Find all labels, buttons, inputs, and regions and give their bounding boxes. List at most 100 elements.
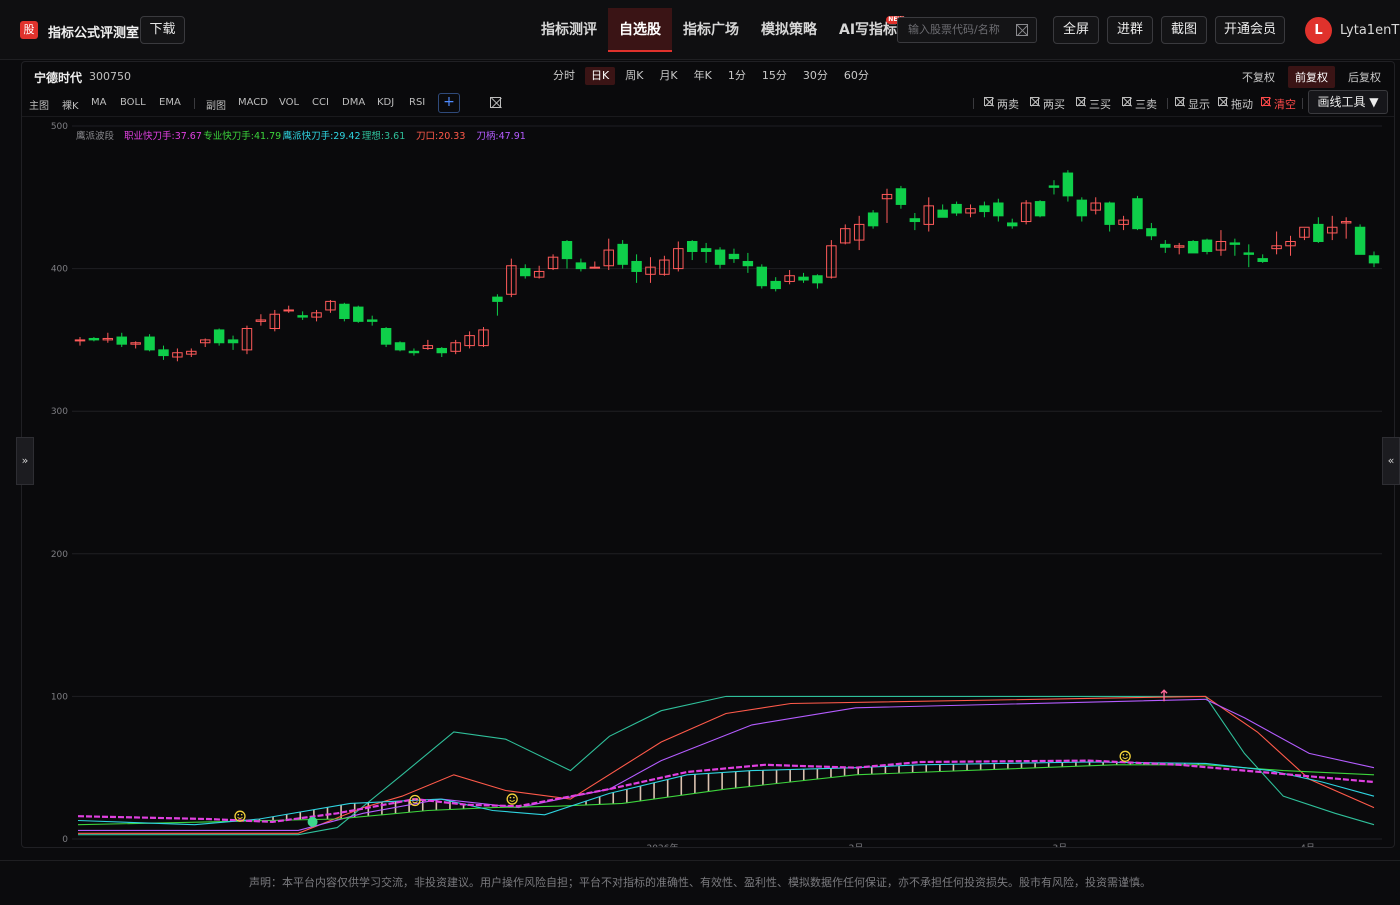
period-tab-6[interactable]: 15分 [756,67,793,85]
main-nav: 指标测评 自选股 指标广场 模拟策略 AI写指标NEW [530,8,908,52]
x-tick-label: 3月 [1052,843,1067,848]
draw-tools-button[interactable]: 画线工具 ▼ [1308,90,1388,114]
kline-chart[interactable]: 500 400 300 200 100 0 2026年 2月 3月 4月 鹰派波段职业快刀手:37.… [22,118,1394,848]
candle-body [1368,255,1380,264]
candle-body [770,280,781,290]
period-tab-1[interactable]: 日K [585,67,616,85]
smile-eye [237,813,240,816]
adjust-tabs: 不复权 前复权 后复权 [1235,66,1388,88]
option-clear[interactable]: 清空 [1261,96,1296,112]
clear-icon[interactable] [1016,24,1028,36]
indicator-ma[interactable]: MA [91,97,106,108]
osc-line-quick [77,761,1375,826]
adjust-tab-0[interactable]: 不复权 [1235,66,1282,88]
option-two-buy[interactable]: 两买 [1030,96,1065,112]
download-button[interactable]: 下载 [140,16,185,44]
candle-body [1187,241,1199,254]
fullscreen-button[interactable]: 全屏 [1053,16,1099,44]
indicator-naked-k[interactable]: 裸K [62,97,79,112]
vip-button[interactable]: 开通会员 [1215,16,1285,44]
period-tab-5[interactable]: 1分 [722,67,752,85]
indicator-rsi[interactable]: RSI [409,97,425,108]
candle-body [561,241,573,260]
option-label: 两买 [1043,98,1065,111]
nav-item-watchlist[interactable]: 自选股 [608,8,672,52]
nav-item-sim-strategy[interactable]: 模拟策略 [750,8,828,52]
divider [194,98,195,109]
candle-body [798,276,809,281]
period-tab-8[interactable]: 60分 [838,67,875,85]
expand-left-tab[interactable]: » [16,437,34,485]
smile-eye [412,798,415,800]
divider [1167,98,1168,109]
add-indicator-button[interactable]: + [438,93,460,113]
stock-search-input[interactable]: 输入股票代码/名称 [897,17,1037,43]
option-three-sell[interactable]: 三卖 [1122,96,1157,112]
candle-body [714,249,726,265]
candle-body [436,347,447,354]
smile-mouth [1122,756,1129,760]
legend-title: 鹰派波段 [76,130,115,142]
adjust-tab-1[interactable]: 前复权 [1288,66,1335,88]
candle-body [617,243,628,265]
checkbox-icon [984,97,993,106]
option-show[interactable]: 显示 [1175,96,1210,112]
username[interactable]: Lyta1enT [1340,23,1399,38]
nav-item-indicator-review[interactable]: 指标测评 [530,8,608,52]
close-icon[interactable] [490,97,501,108]
option-label: 三买 [1089,98,1111,111]
period-tab-3[interactable]: 月K [653,67,683,85]
candle-body [1007,222,1018,227]
period-tab-7[interactable]: 30分 [797,67,834,85]
candle-body [700,248,712,252]
smile-eye [1126,753,1128,756]
option-drag[interactable]: 拖动 [1218,96,1253,112]
candle-body [951,203,962,214]
candle-body [116,336,127,345]
smile-eye [509,796,512,799]
candle-body [1034,201,1046,217]
indicator-ema[interactable]: EMA [159,97,181,108]
candle-body [1146,228,1157,237]
period-tabs: 分时 日K 周K 月K 年K 1分 15分 30分 60分 [547,67,875,85]
signal-dot [307,816,318,827]
smile-eye [240,813,243,816]
legend-item: 刀口:20.33 [416,131,465,142]
indicator-dma[interactable]: DMA [342,97,365,108]
candle-body [158,349,169,357]
period-tab-2[interactable]: 周K [619,67,649,85]
period-tab-4[interactable]: 年K [688,67,718,85]
candle-body [575,262,587,270]
indicator-kdj[interactable]: KDJ [377,97,394,108]
candle-body [227,339,239,344]
adjust-tab-2[interactable]: 后复权 [1341,66,1388,88]
disclaimer-footer: 声明：本平台内容仅供学习交流，非投资建议。用户操作风险自担；平台不对指标的准确性… [0,860,1400,900]
indicator-vol[interactable]: VOL [279,97,299,108]
screenshot-button[interactable]: 截图 [1161,16,1207,44]
top-bar: 股 指标公式评测室 下载 指标测评 自选股 指标广场 模拟策略 AI写指标NEW… [0,0,1400,60]
option-label: 显示 [1188,98,1210,111]
nav-label: 指标测评 [541,22,597,38]
join-group-button[interactable]: 进群 [1107,16,1153,44]
indicator-cci[interactable]: CCI [312,97,329,108]
candle-body [366,319,378,322]
y-tick-label: 400 [51,265,68,275]
indicator-boll[interactable]: BOLL [120,97,146,108]
smile-icon [506,793,518,805]
stock-code: 300750 [89,70,131,83]
candle-body [492,296,503,302]
nav-item-indicator-square[interactable]: 指标广场 [672,8,750,52]
indicator-macd[interactable]: MACD [238,97,268,108]
option-three-buy[interactable]: 三买 [1076,96,1111,112]
expand-right-tab[interactable]: « [1382,437,1400,485]
legend-item: 鹰派快刀手:29.42 [283,130,361,142]
candle-body [1048,185,1060,188]
avatar[interactable]: L [1305,17,1332,44]
option-two-sell[interactable]: 两卖 [984,96,1019,112]
candle-body [1257,258,1268,262]
period-tab-0[interactable]: 分时 [547,67,581,85]
candle-body [1229,242,1241,245]
option-label: 清空 [1274,98,1296,111]
checkbox-icon [1030,97,1039,106]
candle-body [686,241,698,252]
